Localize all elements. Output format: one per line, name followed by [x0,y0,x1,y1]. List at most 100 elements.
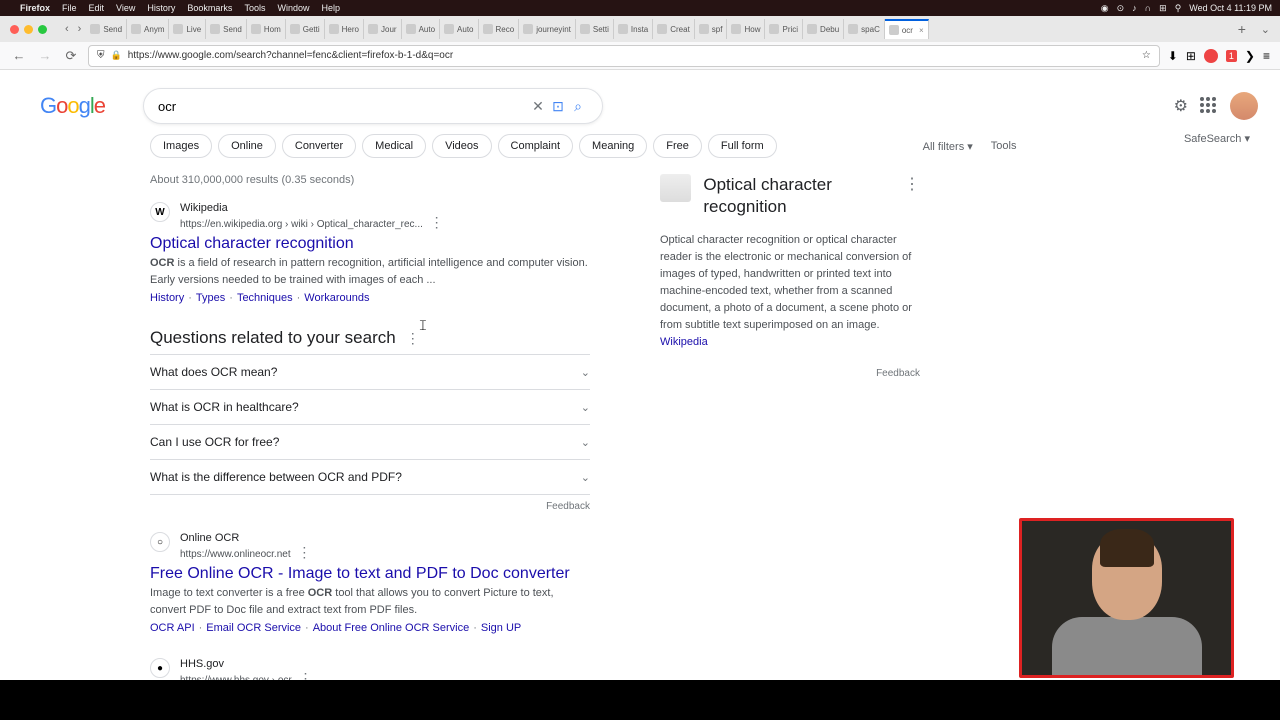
gear-icon[interactable]: ⚙ [1174,96,1188,116]
browser-tab[interactable]: How [727,19,765,39]
browser-tab[interactable]: spf [695,19,728,39]
sitelink[interactable]: Workarounds [304,292,369,304]
tray-icon[interactable]: ⊞ [1159,3,1167,14]
sitelink[interactable]: Sign UP [481,622,521,634]
reload-button[interactable]: ⟳ [62,47,80,65]
url-field[interactable]: ⛨ 🔒 https://www.google.com/search?channe… [88,45,1160,67]
tray-icon[interactable]: ∩ [1145,3,1151,13]
safesearch[interactable]: SafeSearch ▾ [1184,132,1250,145]
avatar[interactable] [1230,92,1258,120]
clear-icon[interactable]: ✕ [528,96,548,116]
browser-tab[interactable]: Jour [364,19,402,39]
nav-back-tab[interactable]: ‹ [61,23,73,35]
tray-icon[interactable]: ♪ [1132,3,1137,13]
browser-tab[interactable]: Hom [247,19,286,39]
filter-chip[interactable]: Full form [708,134,777,158]
site-name: HHS.gov [180,658,313,670]
question-item[interactable]: What is OCR in healthcare?⌄ [150,390,590,425]
wifi-icon[interactable]: ⚲ [1175,3,1182,14]
browser-tab[interactable]: Auto [402,19,440,39]
browser-tab[interactable]: Reco [479,19,520,39]
filter-chip[interactable]: Images [150,134,212,158]
menu-icon[interactable]: ≡ [1263,49,1270,63]
mac-menu[interactable]: History [147,3,175,13]
dots-icon[interactable]: ⋮ [430,214,444,230]
forward-button[interactable]: → [36,47,54,65]
filter-chip[interactable]: Free [653,134,702,158]
question-item[interactable]: Can I use OCR for free?⌄ [150,425,590,460]
tray-icon[interactable]: ⊙ [1117,3,1125,14]
browser-tab[interactable]: Live [169,19,206,39]
browser-tab[interactable]: Getti [286,19,325,39]
result-title[interactable]: Free Online OCR - Image to text and PDF … [150,565,590,583]
filter-chip[interactable]: Medical [362,134,426,158]
filter-chip[interactable]: Converter [282,134,356,158]
browser-tab[interactable]: Hero [325,19,364,39]
sitelink[interactable]: About Free Online OCR Service [313,622,470,634]
result-title[interactable]: Optical character recognition [150,235,590,253]
clock[interactable]: Wed Oct 4 11:19 PM [1189,3,1272,13]
dots-icon[interactable]: ⋮ [406,330,420,347]
browser-tab[interactable]: Anym [127,19,169,39]
dots-icon[interactable]: ⋮ [299,670,313,680]
shield-icon[interactable]: ⛨ [97,50,105,61]
mac-menu[interactable]: Edit [89,3,105,13]
mac-menu[interactable]: Window [277,3,309,13]
mac-menu[interactable]: View [116,3,135,13]
filter-chip[interactable]: Complaint [498,134,574,158]
browser-tab[interactable]: Creat [653,19,695,39]
browser-tab[interactable]: ocr× [885,19,929,39]
mac-menu[interactable]: Help [321,3,340,13]
feedback-link[interactable]: Feedback [150,501,590,512]
questions-title: Questions related to your search [150,328,396,348]
browser-tab[interactable]: Debu [803,19,844,39]
filter-chip[interactable]: Meaning [579,134,647,158]
tools-button[interactable]: Tools [991,140,1017,152]
dots-icon[interactable]: ⋮ [904,174,920,194]
mac-menu[interactable]: Bookmarks [187,3,232,13]
browser-tab[interactable]: Setti [576,19,614,39]
browser-tab[interactable]: Auto [440,19,478,39]
search-box[interactable]: ✕ ⊡ ⌕ [143,88,603,124]
window-controls[interactable] [4,25,53,34]
filter-chip[interactable]: Videos [432,134,491,158]
mac-app-name[interactable]: Firefox [20,3,50,13]
browser-tab[interactable]: Prici [765,19,803,39]
extension-icon[interactable] [1204,49,1218,63]
mac-menu[interactable]: File [62,3,77,13]
sitelink[interactable]: Techniques [237,292,293,304]
back-button[interactable]: ← [10,47,28,65]
browser-tab[interactable]: spaC [844,19,885,39]
sitelink[interactable]: OCR API [150,622,195,634]
extension-icon[interactable]: ⬇ [1168,49,1178,63]
mac-menu[interactable]: Tools [244,3,265,13]
feedback-link[interactable]: Feedback [660,368,920,379]
search-input[interactable] [158,99,528,114]
extension-badge[interactable]: 1 [1226,50,1237,62]
browser-tab[interactable]: Insta [614,19,653,39]
lens-icon[interactable]: ⊡ [548,96,568,116]
knowledge-image[interactable] [660,174,691,202]
dots-icon[interactable]: ⋮ [297,544,311,560]
nav-fwd-tab[interactable]: › [74,23,86,35]
filter-chip[interactable]: Online [218,134,276,158]
sitelink[interactable]: Types [196,292,225,304]
question-item[interactable]: What does OCR mean?⌄ [150,354,590,390]
sitelink[interactable]: History [150,292,184,304]
question-item[interactable]: What is the difference between OCR and P… [150,460,590,495]
tab-overflow[interactable]: ⌄ [1255,23,1276,36]
google-logo[interactable]: Google [40,93,105,119]
browser-tab[interactable]: Send [86,19,127,39]
extensions-icon[interactable]: ❯ [1245,49,1255,63]
sitelink[interactable]: Email OCR Service [206,622,301,634]
extension-icon[interactable]: ⊞ [1186,49,1196,63]
search-icon[interactable]: ⌕ [568,96,588,116]
tray-icon[interactable]: ◉ [1101,3,1109,14]
browser-tab[interactable]: journeyint [519,19,576,39]
browser-tab[interactable]: Send [206,19,247,39]
knowledge-source[interactable]: Wikipedia [660,336,708,348]
all-filters[interactable]: All filters ▾ [923,140,973,153]
new-tab-button[interactable]: + [1230,21,1254,37]
bookmark-icon[interactable]: ☆ [1142,50,1151,61]
apps-icon[interactable] [1200,97,1218,115]
